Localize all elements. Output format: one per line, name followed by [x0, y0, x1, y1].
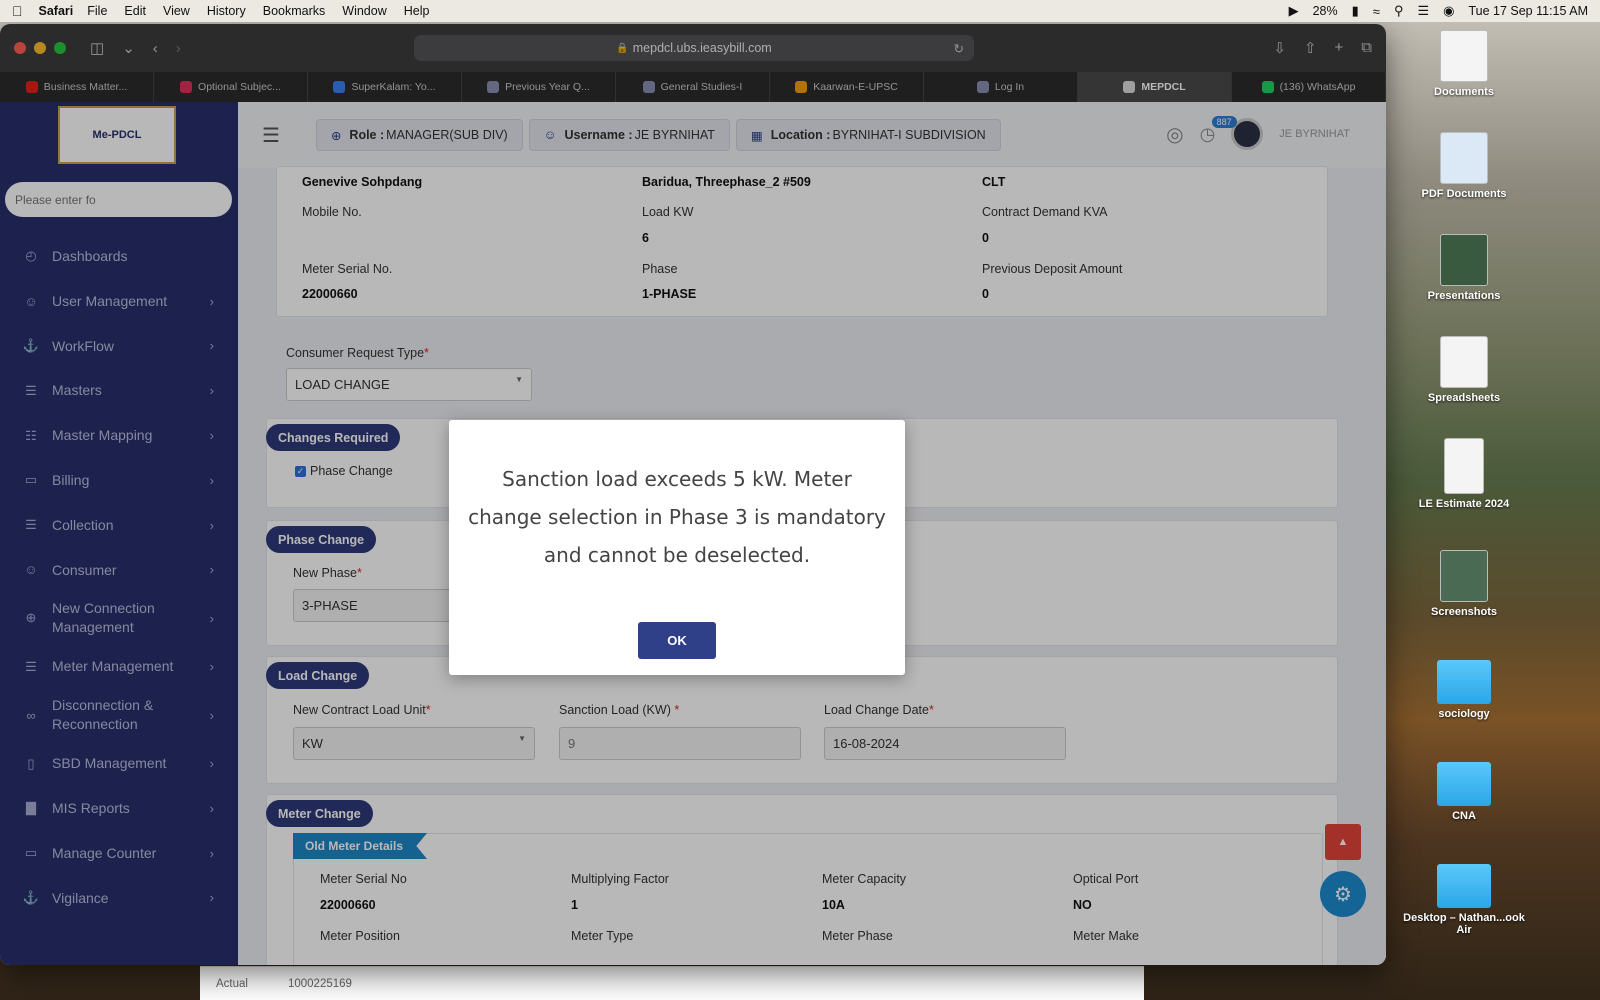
- menu-help[interactable]: Help: [404, 4, 430, 18]
- apple-icon[interactable]: : [12, 3, 23, 19]
- desktop-item[interactable]: sociology: [1398, 652, 1530, 720]
- desktop-item[interactable]: Screenshots: [1398, 550, 1530, 618]
- desktop-item[interactable]: Spreadsheets: [1398, 336, 1530, 404]
- desktop-item[interactable]: Documents: [1398, 30, 1530, 98]
- menu-app-name[interactable]: Safari: [39, 4, 74, 18]
- desktop-item[interactable]: Desktop – Nathan...ook Air: [1398, 856, 1530, 936]
- actual-value: 1000225169: [287, 977, 352, 990]
- background-window: Actual 1000225169: [200, 966, 1144, 1000]
- actual-label: Actual: [216, 977, 248, 990]
- document-icon: [1440, 30, 1488, 82]
- control-center-icon[interactable]: ☰: [1417, 3, 1429, 19]
- battery-icon[interactable]: ▮: [1352, 3, 1359, 19]
- macos-menubar:  Safari File Edit View History Bookmark…: [0, 0, 1600, 22]
- menubar-clock[interactable]: Tue 17 Sep 11:15 AM: [1468, 4, 1588, 18]
- ok-button[interactable]: OK: [638, 622, 716, 659]
- wifi-icon[interactable]: ≈: [1373, 4, 1380, 19]
- spreadsheet-file-icon: [1444, 438, 1484, 494]
- battery-percent: 28%: [1312, 4, 1338, 18]
- alert-dialog: Sanction load exceeds 5 kW. Meter change…: [449, 420, 905, 675]
- desktop-item[interactable]: Presentations: [1398, 234, 1530, 302]
- folder-icon: [1437, 660, 1491, 704]
- search-icon[interactable]: ⚲: [1394, 3, 1404, 19]
- pdf-icon: [1440, 132, 1488, 184]
- folder-icon: [1437, 762, 1491, 806]
- menu-edit[interactable]: Edit: [124, 4, 146, 18]
- desktop-item[interactable]: LE Estimate 2024: [1398, 438, 1530, 510]
- menu-bookmarks[interactable]: Bookmarks: [263, 4, 326, 18]
- spreadsheet-icon: [1440, 336, 1488, 388]
- desktop-item[interactable]: PDF Documents: [1398, 132, 1530, 200]
- alert-message: Sanction load exceeds 5 kW. Meter change…: [468, 467, 886, 567]
- menu-view[interactable]: View: [163, 4, 190, 18]
- desktop-item[interactable]: CNA: [1398, 754, 1530, 822]
- screenshot-icon: [1440, 550, 1488, 602]
- play-icon[interactable]: ▶: [1289, 3, 1299, 19]
- presentation-icon: [1440, 234, 1488, 286]
- menu-history[interactable]: History: [207, 4, 246, 18]
- menu-window[interactable]: Window: [342, 4, 386, 18]
- desktop-icons: Documents PDF Documents Presentations Sp…: [1372, 22, 1600, 1000]
- folder-icon: [1437, 864, 1491, 908]
- safari-window: ◫ ⌄ ‹ › 🔒 mepdcl.ubs.ieasybill.com ↻ ⇩ ⇧…: [0, 24, 1386, 965]
- menu-file[interactable]: File: [87, 4, 107, 18]
- siri-icon[interactable]: ◉: [1443, 3, 1454, 19]
